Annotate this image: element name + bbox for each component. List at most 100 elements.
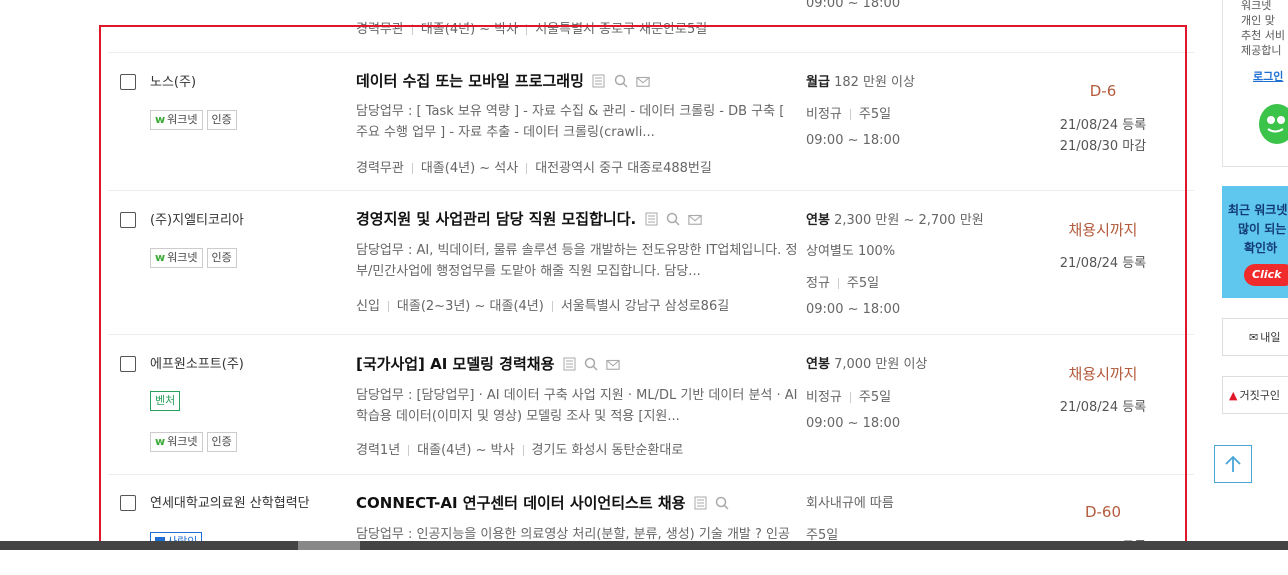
deadline-dday: D-6 bbox=[1089, 82, 1117, 100]
salary: 월급 182 만원 이상 bbox=[806, 71, 915, 90]
job-title[interactable]: 경영지원 및 사업관리 담당 직원 모집합니다. bbox=[356, 208, 702, 229]
cert-badge: 인증 bbox=[206, 432, 237, 452]
document-icon[interactable] bbox=[562, 357, 576, 371]
pay-type: 월급 bbox=[806, 75, 830, 90]
mail-icon[interactable] bbox=[688, 212, 702, 226]
sidebar-button-2[interactable]: ▲ 거짓구인 bbox=[1222, 376, 1288, 414]
job-conditions: 경력1년 대졸(4년) ~ 박사 경기도 화성시 동탄순환대로 bbox=[356, 439, 683, 458]
location: 서울특별시 강남구 삼성로86길 bbox=[560, 299, 730, 314]
sidebar-button-1[interactable]: ✉ 내일 bbox=[1222, 318, 1288, 356]
job-title-text[interactable]: CONNECT-AI 연구센터 데이터 사이언티스트 채용 bbox=[356, 492, 685, 513]
job-checkbox[interactable] bbox=[120, 212, 136, 228]
cert-badge: 인증 bbox=[206, 248, 237, 268]
job-title-text[interactable]: 경영지원 및 사업관리 담당 직원 모집합니다. bbox=[356, 208, 636, 229]
search-icon[interactable] bbox=[584, 357, 598, 371]
document-icon[interactable] bbox=[592, 74, 606, 88]
cert-badge: 인증 bbox=[206, 110, 237, 130]
search-icon[interactable] bbox=[614, 74, 628, 88]
envelope-icon: ✉ bbox=[1249, 330, 1259, 344]
company-badges: w 워크넷 인증 bbox=[150, 248, 237, 268]
worknet-badge: w 워크넷 bbox=[150, 110, 203, 130]
horizontal-scrollbar[interactable] bbox=[0, 541, 1288, 550]
promo-banner[interactable]: 최근 워크넷 많이 되는 확인하 Click bbox=[1222, 186, 1288, 298]
worknet-logo-icon: w bbox=[155, 113, 166, 126]
worknet-badge: w 워크넷 bbox=[150, 432, 203, 452]
job-description: 담당업무 : AI, 빅데이터, 물류 솔루션 등을 개발하는 전도유망한 IT… bbox=[356, 243, 798, 279]
job-row: 노스(주) w 워크넷 인증 데이터 수집 또는 모바일 프로그래밍 담당업무 :… bbox=[108, 52, 1194, 191]
career: 경력무관 bbox=[356, 161, 404, 176]
arrow-up-icon bbox=[1225, 455, 1241, 472]
promo-text: 워크넷 개인 맞 추천 서비 제공합니 bbox=[1241, 0, 1285, 57]
career: 신입 bbox=[356, 299, 380, 314]
job-checkbox[interactable] bbox=[120, 356, 136, 372]
pay-type: 연봉 bbox=[806, 357, 830, 372]
scrollbar-thumb[interactable] bbox=[298, 541, 360, 550]
job-checkbox[interactable] bbox=[120, 74, 136, 90]
employment-type: 비정규 주5일 bbox=[806, 107, 892, 122]
deadline-dday: D-60 bbox=[1084, 503, 1122, 521]
job-conditions: 경력무관 대졸(4년) ~ 박사 서울특별시 종로구 새문안로5길 bbox=[356, 18, 707, 37]
scroll-to-top-button[interactable] bbox=[1214, 445, 1252, 483]
job-description: 담당업무 : [ Task 보유 역량 ] - 자료 수집 & 관리 - 데이터… bbox=[356, 104, 785, 140]
job-list: 경력무관 대졸(4년) ~ 박사 서울특별시 종로구 새문안로5길 09:00 ~ … bbox=[108, 0, 1194, 545]
salary: 연봉 7,000 만원 이상 bbox=[806, 353, 927, 372]
job-title-text[interactable]: 데이터 수집 또는 모바일 프로그래밍 bbox=[356, 70, 584, 91]
bonus: 상여별도 100% bbox=[806, 244, 896, 259]
siren-icon: ▲ bbox=[1229, 388, 1238, 402]
job-conditions: 경력무관 대졸(4년) ~ 석사 대전광역시 중구 대종로488번길 bbox=[356, 157, 712, 176]
education: 대졸(4년) ~ 박사 bbox=[417, 443, 515, 458]
document-icon[interactable] bbox=[644, 212, 658, 226]
pay-type: 연봉 bbox=[806, 213, 830, 228]
mail-icon[interactable] bbox=[606, 357, 621, 371]
register-date: 21/08/24 등록 bbox=[1059, 118, 1147, 133]
work-hours: 09:00 ~ 18:00 bbox=[806, 133, 901, 148]
mascot-icon bbox=[1255, 100, 1288, 150]
worknet-badge: w 워크넷 bbox=[150, 248, 203, 268]
career: 경력1년 bbox=[356, 443, 401, 458]
banner-text: 최근 워크넷 많이 되는 확인하 bbox=[1228, 203, 1288, 255]
work-hours: 09:00 ~ 18:00 bbox=[806, 302, 901, 317]
deadline-dday: 채용시까지 bbox=[1068, 221, 1138, 239]
pay-amount: 182 만원 이상 bbox=[834, 75, 915, 90]
salary: 회사내규에 따름 bbox=[806, 496, 894, 511]
worknet-logo-icon: w bbox=[155, 435, 166, 448]
job-checkbox[interactable] bbox=[120, 495, 136, 511]
location: 대전광역시 중구 대종로488번길 bbox=[535, 161, 712, 176]
location: 경기도 화성시 동탄순환대로 bbox=[531, 443, 684, 458]
employment-type: 비정규 주5일 bbox=[806, 390, 892, 405]
employment-type: 정규 주5일 bbox=[806, 276, 880, 291]
education: 대졸(4년) ~ 박사 bbox=[420, 22, 519, 37]
search-icon[interactable] bbox=[666, 212, 680, 226]
deadline-dday: 채용시까지 bbox=[1068, 365, 1138, 383]
search-icon[interactable] bbox=[715, 496, 729, 510]
job-conditions: 신입 대졸(2~3년) ~ 대졸(4년) 서울특별시 강남구 삼성로86길 bbox=[356, 295, 729, 314]
register-date: 21/08/24 등록 bbox=[1059, 256, 1147, 271]
work-hours: 09:00 ~ 18:00 bbox=[806, 0, 901, 11]
company-name[interactable]: 에프원소프트(주) bbox=[150, 353, 244, 372]
job-title[interactable]: CONNECT-AI 연구센터 데이터 사이언티스트 채용 bbox=[356, 492, 729, 513]
login-promo-box: 워크넷 개인 맞 추천 서비 제공합니 로그인 bbox=[1222, 0, 1288, 167]
job-description: 담당업무 : [담당업무] · AI 데이터 구축 사업 지원 · ML/DL … bbox=[356, 388, 798, 424]
education: 대졸(2~3년) ~ 대졸(4년) bbox=[396, 299, 544, 314]
company-name[interactable]: 연세대학교의료원 산학협력단 bbox=[150, 492, 310, 511]
login-link[interactable]: 로그인 bbox=[1253, 68, 1283, 84]
job-row: (주)지엘티코리아 w 워크넷 인증 경영지원 및 사업관리 담당 직원 모집합니… bbox=[108, 190, 1194, 335]
job-title-text[interactable]: [국가사업] AI 모델링 경력채용 bbox=[356, 353, 554, 374]
company-name[interactable]: (주)지엘티코리아 bbox=[150, 209, 244, 228]
job-row-partial: 경력무관 대졸(4년) ~ 박사 서울특별시 종로구 새문안로5길 09:00 ~ … bbox=[108, 0, 1194, 52]
company-badges: w 워크넷 인증 bbox=[150, 432, 237, 452]
company-tags: 벤처 bbox=[150, 391, 181, 411]
pay-amount: 7,000 만원 이상 bbox=[834, 357, 928, 372]
career: 경력무관 bbox=[356, 22, 404, 37]
banner-click-button[interactable]: Click bbox=[1244, 264, 1288, 286]
job-row: 연세대학교의료원 산학협력단 사람인 CONNECT-AI 연구센터 데이터 사… bbox=[108, 474, 1194, 545]
venture-tag: 벤처 bbox=[150, 391, 181, 411]
job-title[interactable]: [국가사업] AI 모델링 경력채용 bbox=[356, 353, 621, 374]
document-icon[interactable] bbox=[693, 496, 707, 510]
mail-icon[interactable] bbox=[636, 74, 650, 88]
close-date: 21/08/30 마감 bbox=[1059, 139, 1147, 154]
job-row: 에프원소프트(주) 벤처 w 워크넷 인증 [국가사업] AI 모델링 경력채용 … bbox=[108, 334, 1194, 475]
company-name[interactable]: 노스(주) bbox=[150, 71, 196, 90]
job-title[interactable]: 데이터 수집 또는 모바일 프로그래밍 bbox=[356, 70, 650, 91]
education: 대졸(4년) ~ 석사 bbox=[420, 161, 519, 176]
